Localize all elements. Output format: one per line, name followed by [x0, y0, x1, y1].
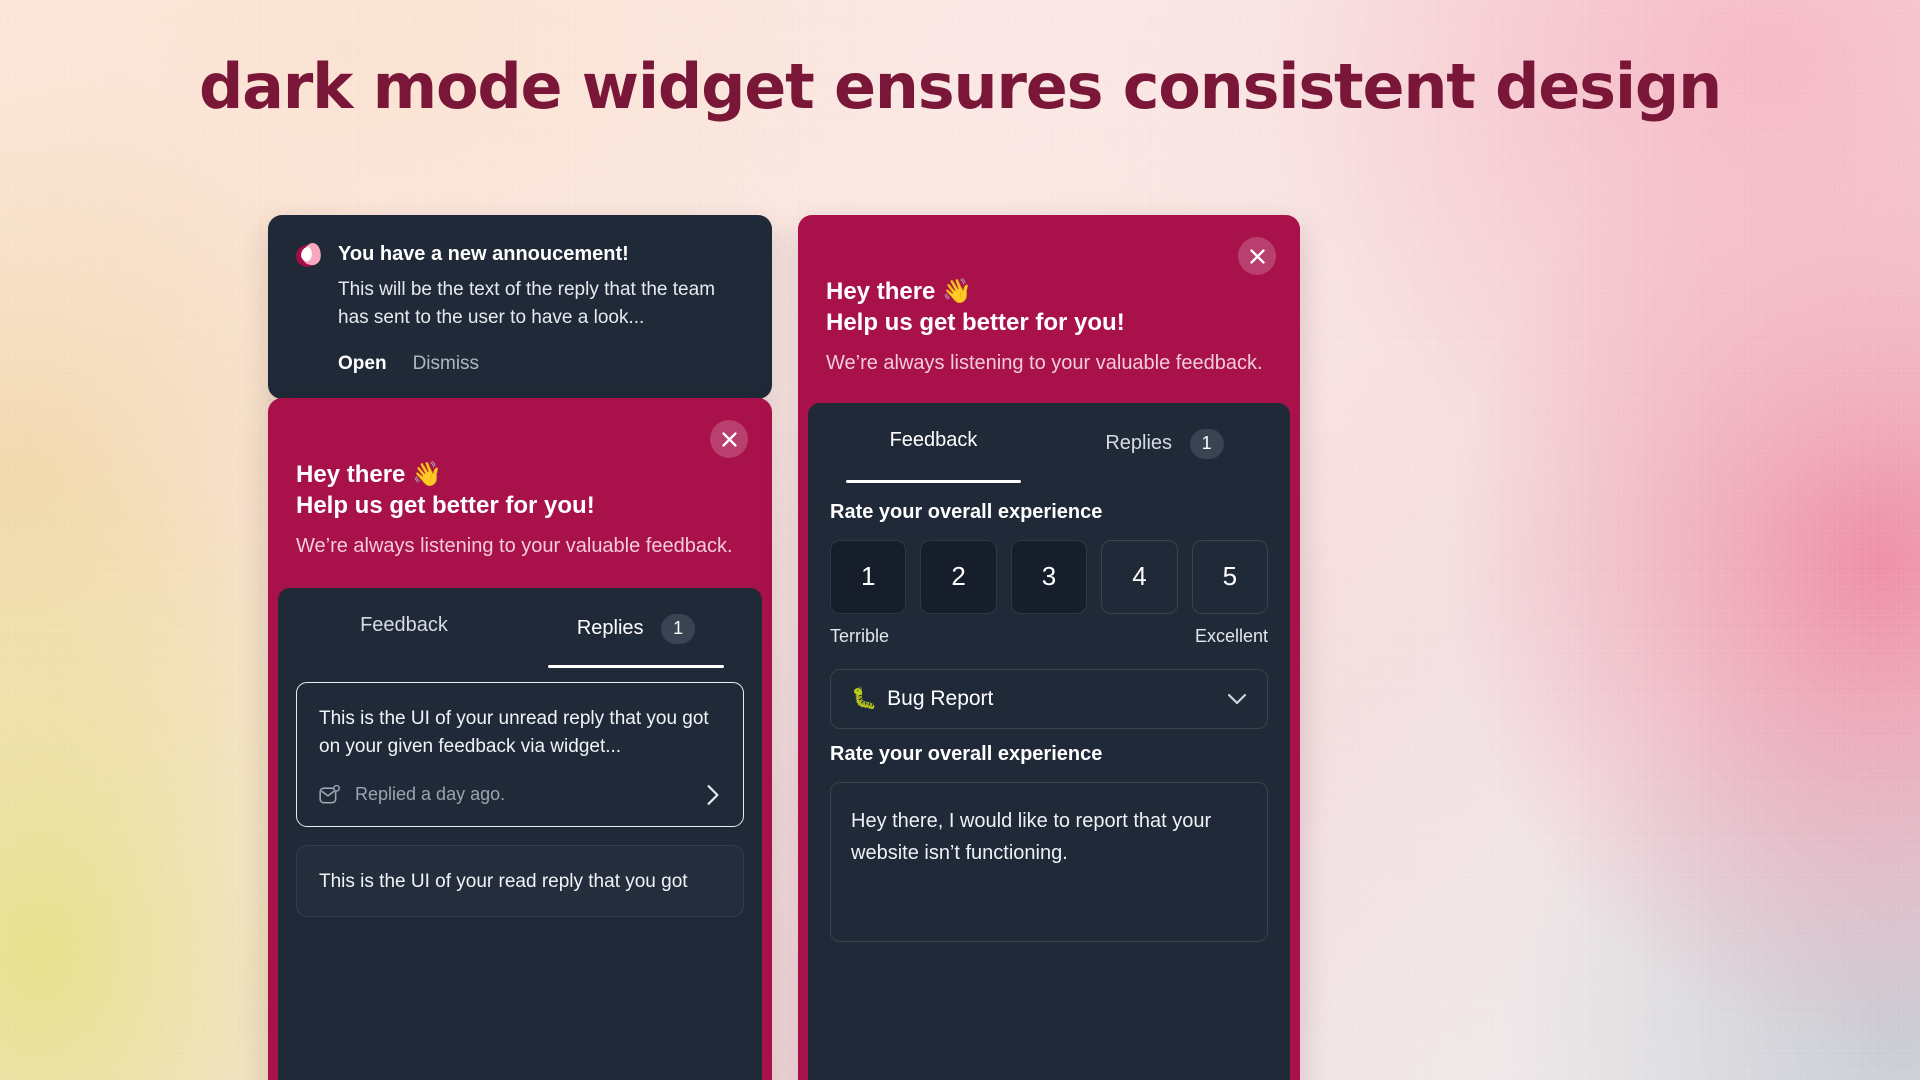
- widget-right-subtitle: We’re always listening to your valuable …: [826, 351, 1263, 374]
- widget-left-tabs: Feedback Replies 1: [278, 588, 762, 668]
- announcement-title: You have a new annoucement!: [338, 243, 629, 265]
- widget-right-greeting: Hey there 👋: [826, 278, 972, 305]
- rating-high-caption: Excellent: [1194, 625, 1268, 646]
- announcement-actions: Open Dismiss: [338, 353, 742, 375]
- close-icon[interactable]: [710, 420, 748, 458]
- rating-option-2[interactable]: 2: [920, 539, 997, 614]
- reply-text: This is the UI of your unread reply that…: [319, 707, 709, 758]
- tab-feedback-right-label: Feedback: [889, 428, 978, 451]
- widget-left-header: Hey there 👋 Help us get better for you! …: [268, 398, 772, 588]
- chevron-right-icon[interactable]: [705, 784, 721, 806]
- rating-option-1[interactable]: 1: [830, 539, 907, 614]
- widget-left-subtitle: We’re always listening to your valuable …: [296, 534, 733, 557]
- mail-unread-icon: [319, 784, 340, 804]
- tab-replies-right-label: Replies: [1105, 432, 1173, 455]
- announcement-content: You have a new annoucement! This will be…: [296, 241, 742, 331]
- bug-icon: 🐛: [851, 686, 878, 710]
- close-glyph: [1249, 248, 1265, 264]
- tab-feedback-left-label: Feedback: [360, 613, 448, 636]
- tab-feedback-left[interactable]: Feedback: [288, 588, 520, 668]
- dismiss-button[interactable]: Dismiss: [413, 353, 480, 375]
- rating-captions: Terrible Excellent: [830, 626, 1268, 647]
- rating-option-5[interactable]: 5: [1191, 539, 1269, 614]
- widget-right-body: Feedback Replies 1 Rate your overall exp…: [808, 402, 1290, 1080]
- tab-feedback-right[interactable]: Feedback: [818, 403, 1049, 483]
- announcement-toast: You have a new annoucement! This will be…: [268, 215, 772, 400]
- widget-right-tabs: Feedback Replies 1: [808, 403, 1290, 483]
- category-select-value: Bug Report: [887, 686, 994, 710]
- close-glyph: [721, 431, 737, 447]
- page-root: dark mode widget ensures consistent desi…: [0, 0, 1920, 1080]
- droplet-logo-icon: [296, 241, 323, 269]
- replies-list: This is the UI of your unread reply that…: [278, 668, 762, 918]
- widget-left-body: Feedback Replies 1 This is the UI of you…: [278, 587, 762, 1080]
- feedback-widget-right: Hey there 👋 Help us get better for you! …: [798, 215, 1300, 1080]
- chevron-down-icon[interactable]: [1227, 693, 1247, 705]
- category-select[interactable]: 🐛 Bug Report: [830, 668, 1268, 729]
- open-button[interactable]: Open: [338, 353, 387, 375]
- tab-replies-left[interactable]: Replies 1: [520, 588, 752, 668]
- rating-option-3[interactable]: 3: [1010, 539, 1088, 614]
- announcement-text-block: You have a new annoucement! This will be…: [338, 241, 742, 331]
- tab-replies-left-label: Replies: [576, 617, 644, 640]
- feedback-form: Rate your overall experience 1 2 3 4 5 T…: [808, 483, 1290, 942]
- widget-right-headline: Help us get better for you!: [826, 309, 1125, 337]
- reply-item-read[interactable]: This is the UI of your read reply that y…: [296, 844, 744, 918]
- rating-scale: 1 2 3 4 5: [830, 539, 1269, 614]
- replies-count-badge-right: 1: [1189, 428, 1224, 459]
- rating-option-4[interactable]: 4: [1101, 539, 1178, 614]
- reply-meta-row: Replied a day ago.: [319, 784, 721, 806]
- reply-timestamp: Replied a day ago.: [355, 784, 506, 805]
- tab-replies-right[interactable]: Replies 1: [1049, 403, 1280, 483]
- replies-count-badge-left: 1: [661, 613, 696, 644]
- rating-label: Rate your overall experience: [830, 500, 1103, 523]
- widget-left-headline: Help us get better for you!: [296, 492, 595, 520]
- announcement-body: This will be the text of the reply that …: [338, 279, 716, 328]
- reply-text: This is the UI of your read reply that y…: [319, 870, 688, 892]
- close-icon[interactable]: [1238, 237, 1276, 275]
- widget-left-greeting: Hey there 👋: [296, 461, 442, 488]
- feedback-widget-left: Hey there 👋 Help us get better for you! …: [268, 398, 772, 1080]
- rating-low-caption: Terrible: [830, 625, 890, 646]
- widget-right-header: Hey there 👋 Help us get better for you! …: [798, 215, 1300, 403]
- reply-item-unread[interactable]: This is the UI of your unread reply that…: [296, 681, 744, 827]
- page-title: dark mode widget ensures consistent desi…: [198, 50, 1722, 123]
- message-label: Rate your overall experience: [830, 742, 1103, 765]
- feedback-message-input[interactable]: Hey there, I would like to report that y…: [830, 781, 1268, 942]
